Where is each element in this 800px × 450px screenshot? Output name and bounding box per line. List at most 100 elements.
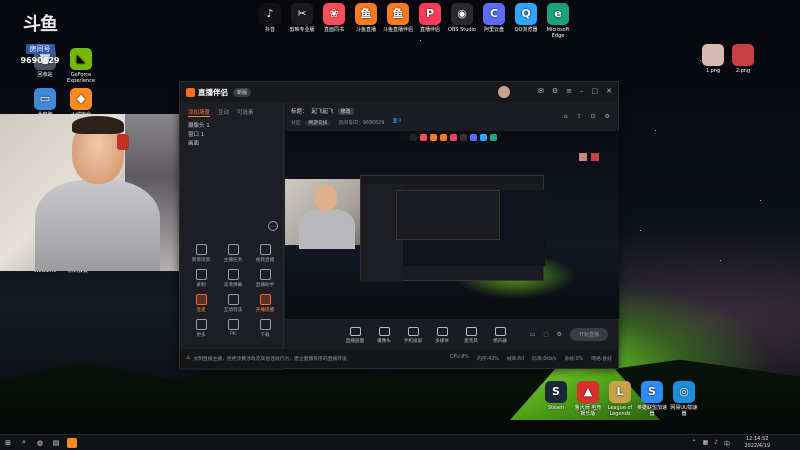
metric: 内存:42% [476, 357, 499, 362]
clock[interactable]: 12:14:52 2022/4/19 [744, 436, 770, 449]
taskbar-app[interactable] [64, 435, 80, 450]
desktop-shortcut[interactable]: ◎ 网易UU加速器 [668, 381, 700, 417]
tool-button[interactable]: 互动玩法 [217, 294, 249, 313]
network-icon[interactable]: ▦ [702, 439, 708, 448]
source-button[interactable]: 摄像头 [370, 326, 398, 344]
tool-label: 主播任务 [223, 258, 243, 263]
sidebar-tabs: 添加场景 互动 可选素 [180, 102, 283, 120]
source-button[interactable]: 多媒体 [428, 326, 456, 344]
source-item[interactable]: 窗口 1 [188, 131, 275, 140]
windows-start-icon[interactable]: ⊞ [0, 435, 16, 450]
lol-icon: L [609, 381, 631, 403]
tool-button[interactable]: 录制 [185, 269, 217, 288]
source-item[interactable]: 画面 [188, 140, 275, 149]
maximize-icon[interactable]: ▢ [592, 87, 599, 95]
desktop-shortcut[interactable]: Q QQ浏览器 [511, 3, 541, 33]
close-icon[interactable]: ✕ [606, 87, 612, 95]
tool-button[interactable]: PK [217, 319, 249, 338]
danmu-icon [227, 269, 239, 280]
image-file-2[interactable]: 2.png [720, 44, 766, 74]
desktop-shortcut[interactable]: ♪ 抖音 [255, 3, 285, 33]
tool-label: 直播助手 [255, 283, 275, 288]
search-icon[interactable]: ⌕ [16, 435, 32, 450]
desktop-shortcut[interactable]: S Steam [540, 381, 572, 411]
cloud-drive-icon: C [483, 3, 505, 25]
media-icon [436, 326, 448, 336]
desktop-shortcut[interactable]: ✂ 剪映专业版 [287, 3, 317, 33]
settings-icon[interactable]: ⚙ [557, 331, 562, 338]
desktop-shortcut[interactable]: ◉ OBS Studio [447, 3, 477, 33]
source-item[interactable]: 摄像头 1 [188, 122, 275, 131]
desktop-shortcut[interactable]: L League of Legends [604, 381, 636, 417]
version-badge[interactable]: 新版 [233, 87, 252, 97]
source-button-label: 扬声器 [493, 338, 507, 344]
source-button[interactable]: 手机投屏 [399, 326, 427, 344]
lock-icon[interactable]: ⊡ [591, 113, 596, 120]
edit-title-button[interactable]: 修改 [337, 107, 354, 115]
category-value[interactable]: 网游竞技 [305, 121, 331, 126]
tool-button[interactable]: 连麦 [185, 294, 217, 313]
live-companion-icon: P [419, 3, 441, 25]
tool-button[interactable]: 视频直播 [249, 244, 281, 263]
tool-button[interactable]: 新增场景 [185, 244, 217, 263]
helper-icon [259, 269, 271, 280]
room-id-label: 房间号ID： [338, 121, 363, 126]
volume-icon[interactable]: ♪ [714, 439, 718, 448]
ime-icon[interactable]: 中 [724, 439, 730, 448]
minimize-icon[interactable]: – [580, 87, 584, 95]
source-button[interactable]: 直播画面 [341, 326, 369, 344]
file-explorer-icon[interactable]: ▤ [48, 435, 64, 450]
tool-button[interactable]: 直播助手 [249, 269, 281, 288]
preview-desktop-icons [400, 134, 497, 141]
source-list: 摄像头 1 窗口 1 画面 [180, 120, 283, 151]
geforce-icon[interactable]: ◣ GeForce Experience [58, 48, 104, 84]
desktop-shortcut[interactable]: ❀ 直面同书 [319, 3, 349, 33]
source-button[interactable]: 麦克风 [457, 326, 485, 344]
metric: 丢帧:0% [564, 357, 584, 362]
tab-materials[interactable]: 可选素 [237, 108, 254, 117]
menu-icon[interactable]: ≡ [566, 87, 572, 95]
mic-icon [465, 326, 477, 336]
tool-button[interactable]: 高清弹幕 [217, 269, 249, 288]
tool-button[interactable]: 主播任务 [217, 244, 249, 263]
accelerator-icon: S [641, 381, 663, 403]
source-button-label: 直播画面 [345, 338, 365, 344]
settings-icon[interactable]: ⚙ [552, 87, 558, 95]
desktop-shortcut[interactable]: ▲ 鲁大师 电竞 娱乐版 [572, 381, 604, 417]
tool-button[interactable]: 开播提醒 [249, 294, 281, 313]
metric: 码率:0kb/s [532, 357, 557, 362]
record-icon[interactable]: ▭ [530, 331, 536, 338]
clock-time: 12:14:52 [745, 436, 769, 442]
desktop-shortcut[interactable]: 鱼斗鱼直播 [351, 3, 381, 33]
desktop-shortcut[interactable]: S 英雄联盟加速器 [636, 381, 668, 417]
task-view-icon[interactable]: ◍ [32, 435, 48, 450]
start-stream-button[interactable]: 开始直播 [569, 328, 608, 341]
tool-button[interactable]: 更多 [185, 319, 217, 338]
tab-add-scene[interactable]: 添加场景 [188, 108, 211, 117]
desktop-shortcut[interactable]: e Microsoft Edge [543, 3, 573, 39]
shortcut-label: QQ浏览器 [514, 27, 538, 33]
effects-icon[interactable]: ◌ [543, 331, 548, 338]
tab-interaction[interactable]: 互动 [218, 108, 229, 117]
source-button[interactable]: 扬声器 [486, 326, 514, 344]
gift-icon[interactable]: ⌂ [564, 113, 568, 120]
desktop-shortcut[interactable]: P 直播伴侣 [415, 3, 445, 33]
more-options-icon[interactable]: … [268, 221, 278, 231]
uu-icon: ◎ [673, 381, 695, 403]
douyu-live-icon: 鱼 [355, 3, 377, 25]
chevron-up-icon[interactable]: ⌃ [691, 439, 696, 448]
message-icon[interactable]: ✉ [538, 87, 544, 95]
stream-preview[interactable] [285, 131, 619, 319]
connect-icon [195, 294, 207, 305]
stream-title: 起飞起飞 [311, 109, 334, 115]
desktop-shortcut[interactable]: C 阿里云盘 [479, 3, 509, 33]
steam-icon: S [545, 381, 567, 403]
room-number: 9690829 [20, 56, 60, 65]
gear-icon[interactable]: ⚙ [605, 113, 610, 120]
room-label: 房间号 [25, 44, 55, 54]
desktop-shortcut[interactable]: 鱼斗鱼直播伴侣 [383, 3, 413, 33]
share-icon[interactable]: ⇪ [577, 113, 582, 120]
note-icon: ❀ [323, 3, 345, 25]
avatar[interactable] [498, 86, 510, 98]
tool-button[interactable]: 下载 [249, 319, 281, 338]
